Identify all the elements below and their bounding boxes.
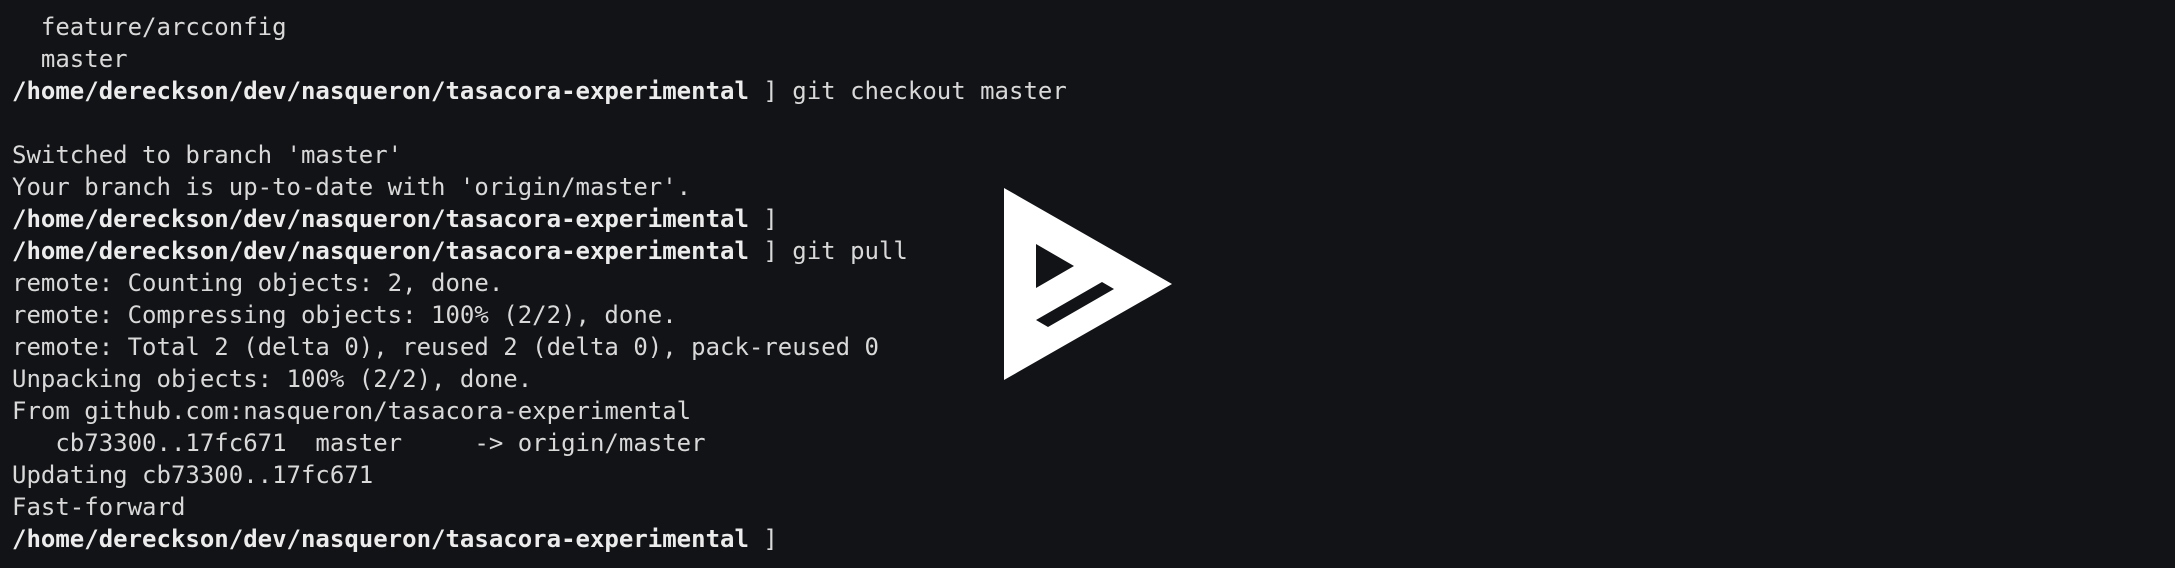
terminal-line: Your branch is up-to-date with 'origin/m… <box>12 173 692 201</box>
terminal-line: remote: Compressing objects: 100% (2/2),… <box>12 301 677 329</box>
prompt-command: ] git checkout master <box>748 77 1067 105</box>
terminal-output: feature/arcconfig master/home/dereckson/… <box>12 11 1067 555</box>
terminal-prompt-line: /home/dereckson/dev/nasqueron/tasacora-e… <box>12 203 1067 235</box>
terminal-line: remote: Total 2 (delta 0), reused 2 (del… <box>12 333 879 361</box>
terminal-prompt-line: /home/dereckson/dev/nasqueron/tasacora-e… <box>12 235 1067 267</box>
asciinema-play-button[interactable] <box>1004 188 1172 380</box>
prompt-path: /home/dereckson/dev/nasqueron/tasacora-e… <box>12 77 749 105</box>
terminal-line: cb73300..17fc671 master -> origin/master <box>12 429 706 457</box>
prompt-path: /home/dereckson/dev/nasqueron/tasacora-e… <box>12 525 749 553</box>
terminal-line: feature/arcconfig <box>12 13 287 41</box>
asciinema-play-logo-icon <box>1004 188 1172 380</box>
terminal-line: Unpacking objects: 100% (2/2), done. <box>12 365 533 393</box>
terminal-line: master <box>12 45 128 73</box>
prompt-command: ] <box>748 525 778 553</box>
prompt-path: /home/dereckson/dev/nasqueron/tasacora-e… <box>12 205 749 233</box>
prompt-command: ] <box>748 205 778 233</box>
terminal-prompt-line: /home/dereckson/dev/nasqueron/tasacora-e… <box>12 75 1067 107</box>
terminal-prompt-line: /home/dereckson/dev/nasqueron/tasacora-e… <box>12 523 1067 555</box>
prompt-path: /home/dereckson/dev/nasqueron/tasacora-e… <box>12 237 749 265</box>
terminal-line: Fast-forward <box>12 493 186 521</box>
terminal-line: remote: Counting objects: 2, done. <box>12 269 504 297</box>
prompt-command: ] git pull <box>748 237 908 265</box>
terminal-line: Updating cb73300..17fc671 <box>12 461 374 489</box>
terminal-line: Switched to branch 'master' <box>12 141 403 169</box>
terminal-line: From github.com:nasqueron/tasacora-exper… <box>12 397 692 425</box>
